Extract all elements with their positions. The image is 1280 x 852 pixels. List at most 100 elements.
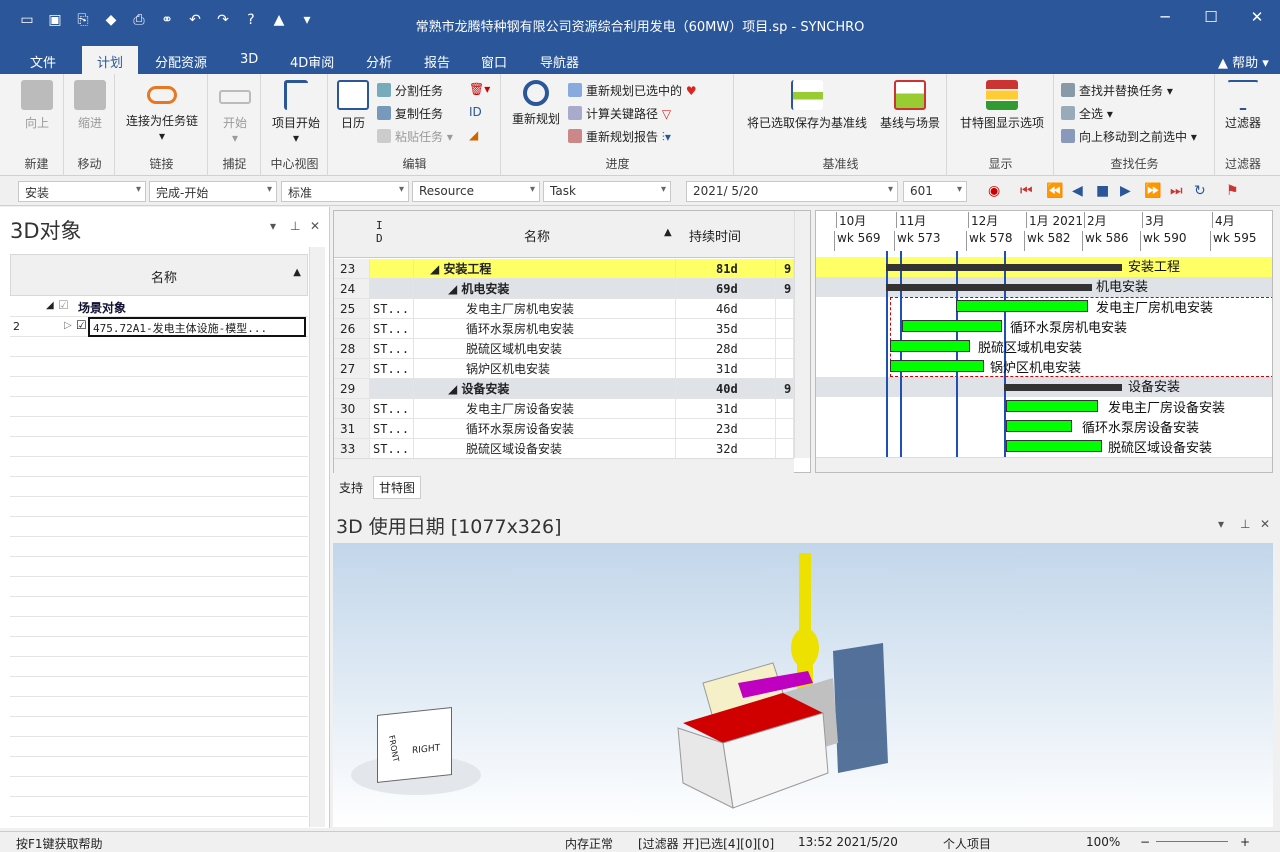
- row-number[interactable]: 33: [334, 439, 370, 459]
- col-name[interactable]: 名称: [524, 226, 550, 245]
- checkbox-icon[interactable]: ☑: [58, 298, 69, 312]
- help-menu[interactable]: ▲ 帮助 ▾: [1218, 52, 1269, 71]
- step-forward-icon[interactable]: ⏩: [1144, 183, 1161, 199]
- sort-icon[interactable]: ▲: [293, 267, 301, 278]
- task-name[interactable]: 发电主厂房设备安装: [414, 399, 676, 419]
- reschedule-selected-button[interactable]: 重新规划已选中的 ♥: [568, 82, 697, 99]
- zoom-in-button[interactable]: +: [1240, 835, 1250, 849]
- pane-menu-icon[interactable]: ▾: [270, 219, 276, 233]
- split-task-button[interactable]: 分割任务: [377, 82, 443, 99]
- id-icon[interactable]: ID: [469, 105, 482, 119]
- gantt-task-bar[interactable]: [956, 300, 1088, 312]
- col-id[interactable]: I D: [376, 219, 388, 245]
- vertical-scrollbar[interactable]: [309, 247, 325, 827]
- maximize-button[interactable]: ☐: [1188, 8, 1234, 26]
- gantt-task-bar[interactable]: [902, 320, 1002, 332]
- move-up-button[interactable]: 向上: [16, 80, 58, 131]
- row-number[interactable]: 28: [334, 339, 370, 359]
- critical-path-button[interactable]: 计算关键路径 ▽: [568, 105, 671, 122]
- task-name[interactable]: 脱硫区域机电安装: [414, 339, 676, 359]
- play-back-icon[interactable]: ◀: [1072, 183, 1083, 199]
- tab-file[interactable]: 文件: [30, 52, 56, 71]
- row-number[interactable]: 24: [334, 279, 370, 299]
- vp-menu-icon[interactable]: ▾: [1218, 517, 1224, 531]
- tab-analysis[interactable]: 分析: [366, 52, 392, 71]
- sort-icon[interactable]: ▲: [664, 227, 672, 238]
- tab-navigator[interactable]: 导航器: [540, 52, 579, 71]
- filter-button[interactable]: 过滤器: [1220, 80, 1266, 131]
- style-combo[interactable]: 标准: [281, 181, 409, 202]
- reschedule-report-button[interactable]: 重新规划报告 ⫶▾: [568, 128, 671, 145]
- copy-task-button[interactable]: 复制任务: [377, 105, 443, 122]
- close-button[interactable]: ✕: [1234, 8, 1280, 26]
- col-name[interactable]: 名称: [151, 267, 177, 286]
- go-start-icon[interactable]: ⏮: [1020, 183, 1033, 199]
- zoom-slider[interactable]: [1156, 841, 1228, 842]
- record-icon[interactable]: ◉: [988, 183, 1000, 199]
- project-start-button[interactable]: 项目开始 ▾: [266, 80, 326, 145]
- tab-report[interactable]: 报告: [424, 52, 450, 71]
- indent-button[interactable]: 缩进: [69, 80, 111, 131]
- find-replace-button[interactable]: 查找并替换任务 ▾: [1061, 82, 1173, 99]
- paste-task-button[interactable]: 粘贴任务 ▾: [377, 128, 453, 145]
- grid-vscroll[interactable]: [794, 211, 810, 458]
- task-name[interactable]: ◢ 安装工程: [414, 259, 676, 279]
- resource-combo[interactable]: Resource: [412, 181, 540, 202]
- minimize-button[interactable]: ─: [1142, 8, 1188, 26]
- row-number[interactable]: 29: [334, 379, 370, 399]
- baseline-scene-button[interactable]: 基线与场景: [875, 80, 945, 131]
- play-icon[interactable]: ▶: [1120, 183, 1131, 199]
- tab-gantt[interactable]: 甘特图: [373, 476, 422, 499]
- gantt-hscroll[interactable]: [816, 457, 1272, 472]
- task-name[interactable]: 发电主厂房机电安装: [414, 299, 676, 319]
- gantt-task-bar[interactable]: [1006, 400, 1098, 412]
- gantt-task-bar[interactable]: [1006, 440, 1102, 452]
- capture-start-button[interactable]: 开始 ▾: [215, 80, 255, 145]
- checkbox-icon[interactable]: ☑: [76, 318, 87, 332]
- zoom-out-button[interactable]: −: [1140, 835, 1150, 849]
- row-number[interactable]: 27: [334, 359, 370, 379]
- tab-4d-review[interactable]: 4D审阅: [290, 52, 334, 71]
- step-back-icon[interactable]: ⏪: [1046, 183, 1063, 199]
- tab-assign-resources[interactable]: 分配资源: [155, 52, 207, 71]
- gantt-task-bar[interactable]: [1006, 420, 1072, 432]
- vp-pin-icon[interactable]: ⊥: [1240, 517, 1250, 531]
- task-name[interactable]: 锅炉区机电安装: [414, 359, 676, 379]
- vp-close-icon[interactable]: ✕: [1260, 517, 1270, 531]
- category-combo[interactable]: 安装: [18, 181, 146, 202]
- date-picker[interactable]: 2021/ 5/20: [686, 181, 898, 202]
- go-end-icon[interactable]: ⏭: [1170, 183, 1183, 199]
- row-number[interactable]: 31: [334, 419, 370, 439]
- task-name[interactable]: 循环水泵房机电安装: [414, 319, 676, 339]
- save-baseline-button[interactable]: 将已选取保存为基准线: [739, 80, 875, 131]
- task-combo[interactable]: Task: [543, 181, 671, 202]
- tree-row-model[interactable]: 2 ▷ ☑ 475.72A1-发电主体设施-模型...: [10, 317, 308, 337]
- delete-icon[interactable]: 🗑▾: [469, 82, 490, 96]
- tab-support[interactable]: 支持: [339, 479, 363, 496]
- gantt-task-bar[interactable]: [890, 360, 984, 372]
- tab-3d[interactable]: 3D: [240, 52, 258, 67]
- row-number[interactable]: 30: [334, 399, 370, 419]
- pin-icon[interactable]: ⊥: [290, 219, 300, 233]
- stop-icon[interactable]: ■: [1096, 183, 1109, 199]
- tree-row-root[interactable]: ◢ ☑ 场景对象: [10, 297, 308, 317]
- frame-spinner[interactable]: 601: [903, 181, 967, 202]
- link-tasks-button[interactable]: 连接为任务链 ▾: [120, 80, 204, 143]
- gantt-summary-bar[interactable]: [886, 284, 1092, 291]
- flag-icon[interactable]: ⚑: [1226, 183, 1239, 199]
- gantt-task-bar[interactable]: [890, 340, 970, 352]
- tab-plan[interactable]: 计划: [82, 46, 139, 74]
- collapse-icon[interactable]: ◢: [46, 300, 54, 311]
- task-name[interactable]: 循环水泵房设备安装: [414, 419, 676, 439]
- task-name[interactable]: ◢ 机电安装: [414, 279, 676, 299]
- grid-hscroll[interactable]: [334, 458, 794, 473]
- 3d-viewport[interactable]: FRONT RIGHT: [333, 543, 1273, 827]
- gantt-summary-bar[interactable]: [886, 264, 1122, 271]
- loop-icon[interactable]: ↻: [1194, 183, 1206, 199]
- pane-close-icon[interactable]: ✕: [310, 219, 320, 233]
- expand-icon[interactable]: ▷: [64, 320, 72, 331]
- task-name[interactable]: 脱硫区域设备安装: [414, 439, 676, 459]
- gantt-display-options-button[interactable]: 甘特图显示选项: [952, 80, 1052, 131]
- link-type-combo[interactable]: 完成-开始: [149, 181, 277, 202]
- tab-window[interactable]: 窗口: [481, 52, 507, 71]
